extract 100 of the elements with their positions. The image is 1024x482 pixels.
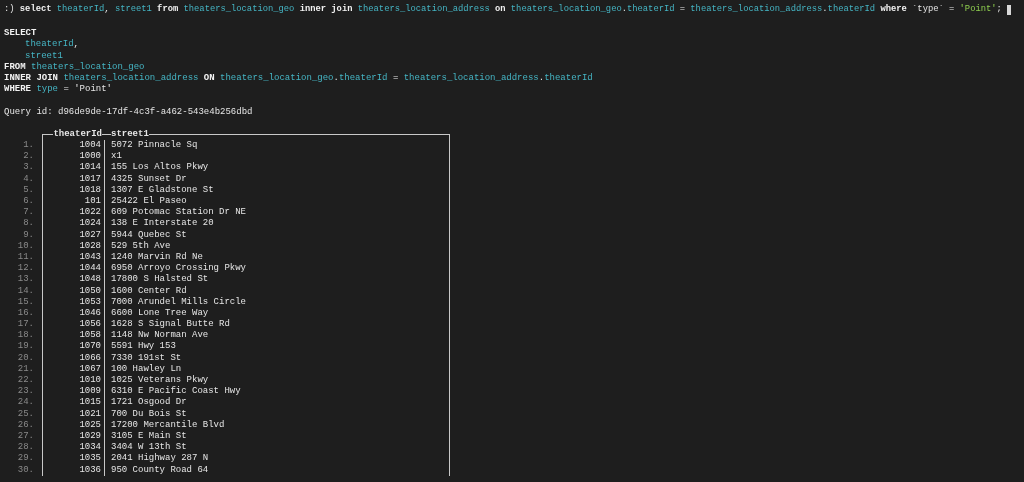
table-cell: 1010 (79, 375, 101, 385)
table-cell: 1021 (79, 408, 101, 419)
table-cell: 6600 Lone Tree Way (111, 307, 209, 318)
table-cell: 1017 (79, 173, 101, 184)
row-number: 23. (17, 386, 34, 398)
row-number: 21. (17, 363, 34, 375)
table-cell: x1 (111, 151, 122, 162)
table-cell: 1036 (79, 464, 101, 475)
table-cell: 1240 Marvin Rd Ne (111, 251, 203, 262)
row-number: 2. (23, 151, 34, 163)
code-line: SELECT (4, 28, 37, 39)
table-cell: 3105 E Main St (111, 430, 187, 441)
table-cell: 17800 S Halsted St (111, 274, 209, 285)
row-number: 30. (17, 464, 34, 476)
table-cell: 1067 (79, 363, 101, 374)
table-cell: 1009 (79, 386, 101, 397)
row-number: 16. (17, 307, 34, 320)
table-cell: 1044 (79, 263, 101, 274)
table-cell: 1000 (79, 151, 101, 162)
table-cell: 1022 (79, 207, 101, 218)
table-cell: 3404 W 13th St (111, 442, 187, 453)
table-cell: 1018 (79, 184, 101, 195)
table-cell: 1035 (79, 453, 101, 464)
table-cell: 17200 Mercantile Blvd (111, 419, 225, 430)
table-cell: 950 County Road 64 (111, 464, 209, 475)
table-cell: 1058 (79, 330, 101, 341)
row-number: 14. (17, 285, 34, 297)
row-number: 3. (23, 162, 34, 174)
table-cell: 6950 Arroyo Crossing Pkwy (111, 263, 247, 274)
row-number: 29. (17, 453, 34, 465)
row-number: 17. (17, 319, 34, 331)
table-cell: 1028 (79, 240, 101, 251)
table-cell: 1628 S Signal Butte Rd (111, 319, 230, 330)
table-cell: 5072 Pinnacle Sq (111, 140, 198, 151)
table-cell: 7000 Arundel Mills Circle (111, 296, 247, 307)
code-line: FROM theaters_location_geo (4, 61, 145, 72)
table-cell: 1027 (79, 229, 101, 240)
code-line: theaterId, (25, 39, 79, 50)
row-number: 28. (17, 442, 34, 454)
table-cell: 5944 Quebec St (111, 229, 187, 240)
table-cell: 1053 (79, 296, 101, 307)
row-number: 1. (23, 140, 34, 152)
row-number: 5. (23, 184, 34, 196)
row-number: 7. (23, 207, 34, 219)
table-cell: 1148 Nw Norman Ave (111, 330, 209, 341)
code-line: INNER JOIN theaters_location_address ON theaters_location_geo.theaterId = theaters_location_address.theaterId (4, 72, 593, 83)
table-cell: 5591 Hwy 153 (111, 341, 176, 352)
table-cell: 1048 (79, 274, 101, 285)
table-cell: 529 5th Ave (111, 240, 171, 251)
table-cell: 1004 (79, 140, 101, 151)
table-cell: 101 (84, 196, 101, 206)
row-number: 11. (17, 251, 34, 264)
row-number: 26. (17, 419, 34, 431)
row-number: 12. (17, 263, 34, 275)
table-cell: 1721 Osgood Dr (111, 397, 187, 408)
row-number: 25. (17, 408, 34, 420)
row-number: 13. (17, 274, 34, 286)
row-number: 27. (17, 430, 34, 443)
table-cell: 1307 E Gladstone St (111, 184, 214, 195)
row-number: 19. (17, 341, 34, 353)
row-number: 15. (17, 296, 34, 308)
row-number: 20. (17, 352, 34, 364)
table-cell: 1070 (79, 341, 101, 352)
row-number: 9. (23, 229, 34, 241)
table-cell: 155 Los Altos Pkwy (111, 162, 209, 173)
column-header: street1 (111, 128, 149, 139)
table-cell: 1025 (79, 419, 101, 430)
table-cell: 1046 (79, 307, 101, 318)
code-line: street1 (25, 50, 63, 61)
code-line: WHERE type = 'Point' (4, 84, 113, 95)
table-cell: 100 Hawley Ln (111, 363, 182, 374)
command-line: :) select theaterId, street1 from theaters_location_geo inner join theaters_location_address on theaters_location_geo.theaterId = theaters_location_address.theaterId where `type` = 'Point'; (4, 4, 1002, 16)
table-cell: 2041 Highway 287 N (111, 453, 209, 464)
table-cell: 138 E Interstate 20 (111, 218, 214, 229)
table-cell: 1029 (79, 430, 101, 441)
table-cell: 1050 (79, 285, 101, 296)
row-number: 8. (23, 218, 34, 230)
row-number: 24. (17, 397, 34, 409)
table-cell: 609 Potomac Station Dr NE (111, 207, 247, 218)
table-cell: 1066 (79, 352, 101, 363)
text-cursor (1006, 5, 1011, 15)
table-cell: 4325 Sunset Dr (111, 173, 187, 184)
table-cell: 6310 E Pacific Coast Hwy (111, 386, 241, 397)
table-cell: 25422 El Paseo (111, 196, 187, 206)
table-cell: 1025 Veterans Pkwy (111, 375, 209, 385)
row-number: 22. (17, 375, 34, 387)
query-id: Query id: d96de9de-17df-4c3f-a462-543e4b256dbd (4, 106, 253, 117)
table-cell: 1015 (79, 397, 101, 408)
table-cell: 1034 (79, 442, 101, 453)
table-cell: 1043 (79, 251, 101, 262)
row-number: 6. (23, 196, 34, 208)
table-cell: 1600 Center Rd (111, 285, 187, 296)
table-cell: 1014 (79, 162, 101, 173)
row-number: 18. (17, 330, 34, 342)
table-cell: 1024 (79, 218, 101, 229)
column-header: theaterId (53, 128, 102, 139)
row-number: 10. (17, 240, 34, 252)
table-cell: 700 Du Bois St (111, 408, 187, 419)
table-cell: 7330 191st St (111, 352, 182, 363)
row-number: 4. (23, 173, 34, 185)
